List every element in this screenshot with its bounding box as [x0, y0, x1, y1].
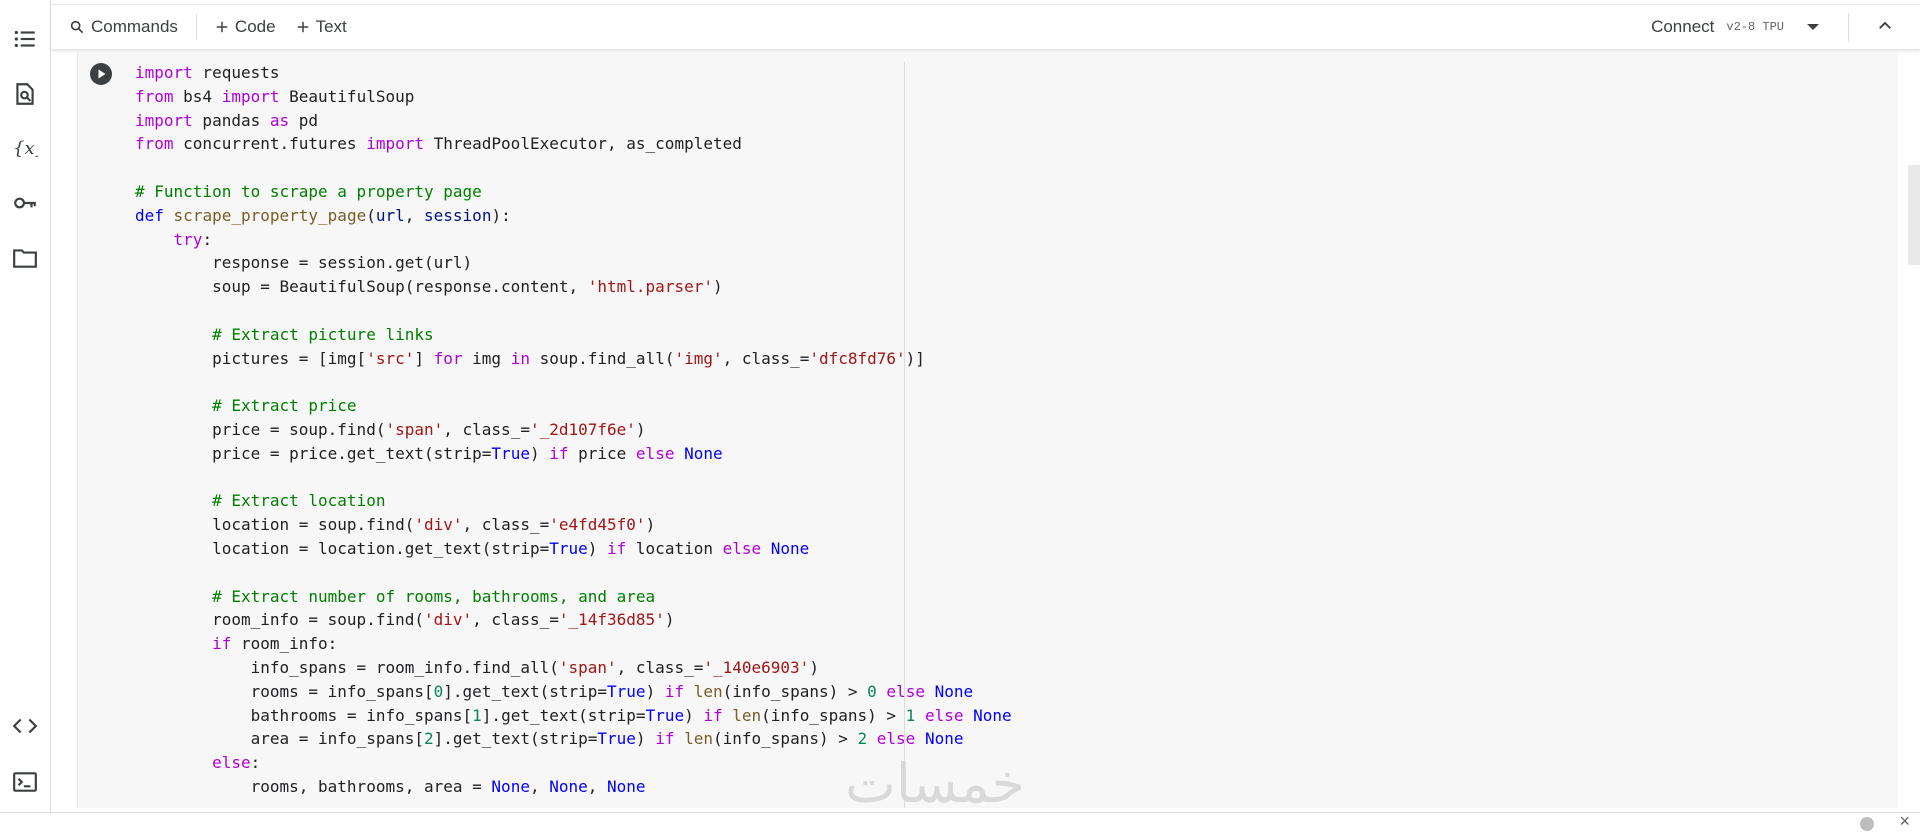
runtime-type-label: v2-8 TPU — [1726, 20, 1784, 34]
status-bar: × — [0, 811, 1920, 831]
code-editor[interactable]: import requests from bs4 import Beautifu… — [135, 61, 1012, 799]
connect-label[interactable]: Connect — [1651, 17, 1714, 37]
files-folder-icon[interactable] — [8, 241, 42, 275]
chevron-down-icon[interactable] — [1806, 17, 1820, 37]
watermark-logo: خمسات — [845, 752, 1026, 815]
add-code-button[interactable]: Code — [215, 17, 276, 37]
play-icon — [90, 63, 112, 85]
plus-icon — [297, 21, 308, 33]
code-snippets-icon[interactable] — [8, 709, 42, 743]
close-icon[interactable]: × — [1899, 811, 1910, 832]
status-dot-icon — [1860, 817, 1874, 831]
add-code-label: Code — [234, 17, 276, 36]
code-cell[interactable]: import requests from bs4 import Beautifu… — [77, 52, 1898, 808]
table-of-contents-icon[interactable] — [8, 22, 42, 56]
toolbar-divider — [195, 14, 197, 40]
add-text-label: Text — [315, 17, 347, 36]
commands-label: Commands — [91, 17, 178, 36]
secrets-key-icon[interactable] — [8, 186, 42, 220]
add-text-button[interactable]: Text — [296, 17, 347, 37]
notebook-toolbar: Commands Code Text Connect v2-8 TPU — [51, 4, 1920, 49]
collapse-chevron-up-icon[interactable] — [1876, 17, 1894, 40]
left-sidebar: {x} — [0, 0, 51, 812]
plus-icon — [216, 21, 228, 33]
connect-runtime[interactable]: Connect v2-8 TPU — [1651, 5, 1820, 49]
scrollbar-thumb[interactable] — [1908, 165, 1920, 265]
toolbar-divider — [1848, 13, 1849, 41]
search-icon — [70, 20, 84, 34]
terminal-icon[interactable] — [8, 765, 42, 799]
commands-button[interactable]: Commands — [69, 17, 178, 37]
svg-text:{x}: {x} — [13, 138, 38, 159]
run-cell-button[interactable] — [89, 62, 113, 86]
find-replace-icon[interactable] — [8, 77, 42, 111]
variables-icon[interactable]: {x} — [8, 131, 42, 165]
